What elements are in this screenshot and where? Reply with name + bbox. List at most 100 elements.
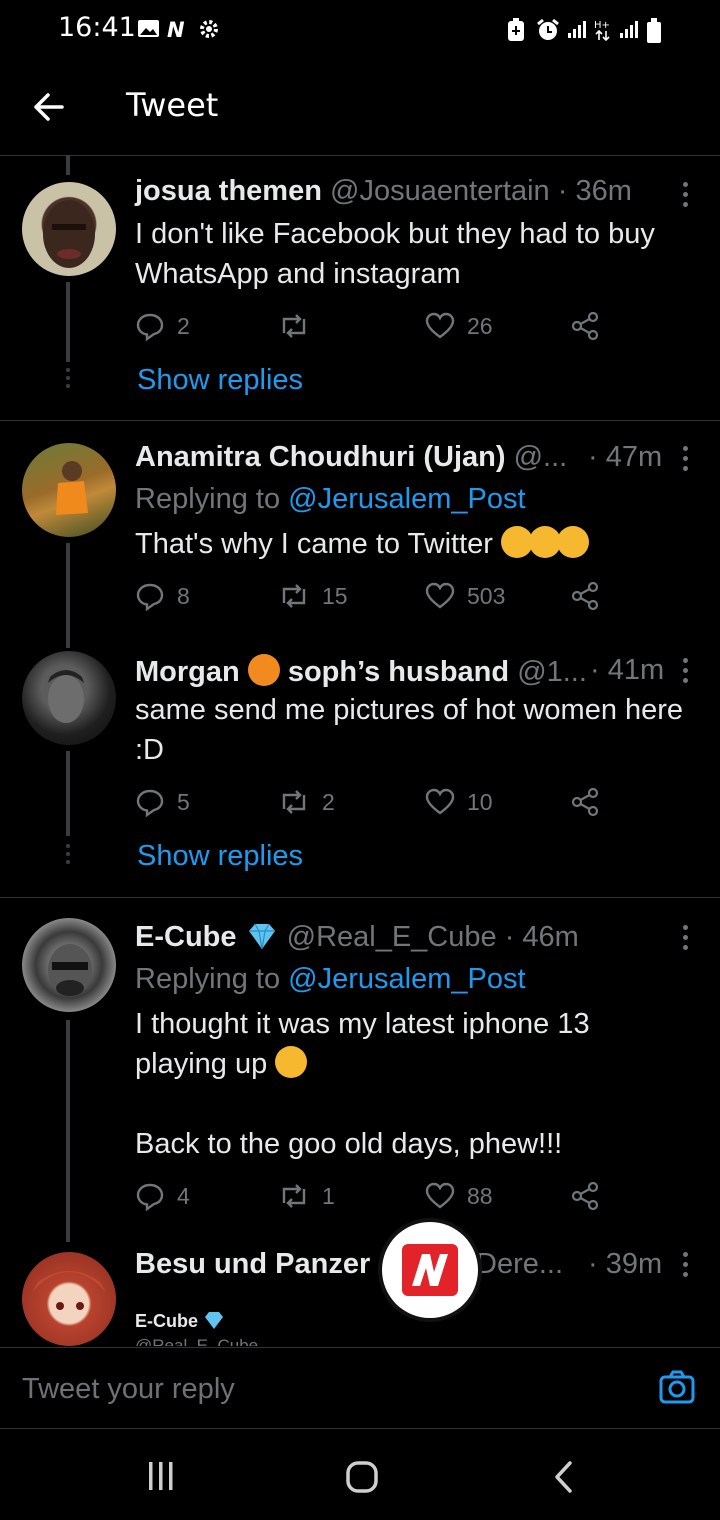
share-button[interactable]	[570, 308, 600, 344]
data-transfer-icon: H+	[594, 20, 610, 42]
tweet-header: Anamitra Choudhuri (Ujan) @...	[135, 441, 567, 474]
show-replies-link[interactable]: Show replies	[137, 840, 303, 873]
tweet-header: Morgan soph’s husband @1...	[135, 654, 587, 689]
retweet-button[interactable]: 1	[278, 1178, 335, 1214]
avatar[interactable]	[22, 918, 116, 1012]
author-handle: @Real_E_Cube	[286, 921, 497, 953]
svg-text:N: N	[167, 18, 185, 40]
tweet-time: · 46m	[504, 921, 579, 953]
divider	[0, 420, 720, 421]
more-options-icon[interactable]	[678, 658, 692, 686]
author-name[interactable]: E-Cube	[135, 921, 237, 953]
reply-count: 2	[177, 312, 190, 339]
signal-2-icon	[620, 21, 638, 38]
reply-input[interactable]	[20, 1366, 624, 1412]
mention-link[interactable]: @Jerusalem_Post	[288, 963, 525, 995]
retweet-button[interactable]: 2	[278, 784, 335, 820]
thread-line	[66, 282, 70, 362]
like-button[interactable]: 503	[425, 578, 505, 614]
mention-link[interactable]: @Jerusalem_Post	[288, 483, 525, 515]
tweet-time: · 47m	[588, 441, 663, 473]
reply-icon	[136, 313, 164, 341]
pumpkin-emoji-icon	[247, 654, 280, 686]
like-count: 26	[467, 312, 493, 339]
author-name[interactable]: Morgan soph’s husband	[135, 654, 509, 688]
share-icon	[571, 581, 599, 611]
avatar[interactable]	[22, 182, 116, 276]
reply-icon	[136, 789, 164, 817]
svg-text:H+: H+	[594, 20, 610, 31]
tweet-text: I thought it was my latest iphone 13 pla…	[135, 1008, 590, 1160]
heart-icon	[425, 582, 455, 609]
like-button[interactable]: 88	[425, 1178, 493, 1214]
retweet-icon	[282, 1184, 306, 1208]
gallery-icon	[138, 20, 159, 37]
like-count: 10	[467, 788, 493, 815]
author-name[interactable]: Besu und Panzer	[135, 1248, 370, 1280]
reply-count: 5	[177, 788, 190, 815]
tweet-time: · 39m	[588, 1248, 663, 1280]
author-name[interactable]: Anamitra Choudhuri (Ujan)	[135, 441, 506, 473]
diamond-emoji-icon	[248, 923, 275, 950]
more-options-icon[interactable]	[678, 446, 692, 474]
reply-button[interactable]: 4	[135, 1178, 190, 1214]
author-handle: @1...	[517, 656, 587, 688]
share-icon	[571, 787, 599, 817]
divider	[0, 897, 720, 898]
home-icon[interactable]	[345, 1460, 379, 1494]
camera-icon[interactable]	[658, 1368, 696, 1406]
like-button[interactable]: 26	[425, 308, 493, 344]
like-button[interactable]: 10	[425, 784, 493, 820]
more-options-icon[interactable]	[678, 182, 692, 210]
show-replies-link[interactable]: Show replies	[137, 364, 303, 397]
share-icon	[571, 1181, 599, 1211]
reply-button[interactable]: 8	[135, 578, 190, 614]
reply-icon	[136, 1183, 164, 1211]
laughing-emoji-icon	[275, 1046, 308, 1078]
opera-news-floating-button[interactable]	[382, 1222, 478, 1318]
tweet-time: · 36m	[557, 175, 632, 207]
like-count: 503	[467, 582, 506, 609]
reply-icon	[136, 583, 164, 611]
avatar[interactable]	[22, 651, 116, 745]
signal-1-icon	[568, 21, 586, 38]
rofl-emoji-icon	[557, 526, 590, 558]
share-icon	[571, 311, 599, 341]
avatar[interactable]	[22, 1252, 116, 1346]
status-bar: 16:41 N H+	[0, 0, 720, 60]
thread-line	[66, 751, 70, 836]
like-count: 88	[467, 1182, 493, 1209]
replying-to: Replying to @Jerusalem_Post	[135, 483, 526, 515]
battery-icon	[647, 18, 661, 43]
replying-to: Replying to @Jerusalem_Post	[135, 963, 526, 995]
page-title: Tweet	[126, 86, 219, 124]
reply-button[interactable]: 2	[135, 308, 190, 344]
author-handle-tail: Dere...	[476, 1248, 564, 1280]
share-button[interactable]	[570, 578, 600, 614]
retweet-count: 2	[322, 788, 335, 815]
status-time: 16:41	[58, 12, 136, 43]
tweet-actions: 5 2 10	[135, 784, 605, 820]
author-name[interactable]: josua themen	[135, 175, 322, 207]
more-options-icon[interactable]	[678, 925, 692, 953]
retweet-button[interactable]	[278, 308, 322, 344]
thread-line	[66, 543, 70, 648]
retweet-icon	[282, 790, 306, 814]
recent-apps-icon[interactable]	[146, 1460, 176, 1492]
retweet-button[interactable]: 15	[278, 578, 348, 614]
tweet-text: That's why I came to Twitter	[135, 524, 695, 564]
retweet-icon	[282, 314, 306, 338]
settings-gear-icon	[200, 20, 218, 38]
share-button[interactable]	[570, 784, 600, 820]
author-handle: @Josuaentertain	[330, 175, 550, 207]
back-arrow-icon[interactable]	[26, 84, 72, 130]
reply-count: 4	[177, 1182, 190, 1209]
avatar[interactable]	[22, 443, 116, 537]
more-options-icon[interactable]	[678, 1252, 692, 1280]
opera-news-icon	[402, 1244, 458, 1296]
share-button[interactable]	[570, 1178, 600, 1214]
reply-button[interactable]: 5	[135, 784, 190, 820]
thread-line	[66, 155, 70, 175]
tweet-actions: 2 26	[135, 308, 605, 344]
back-nav-icon[interactable]	[552, 1460, 576, 1494]
